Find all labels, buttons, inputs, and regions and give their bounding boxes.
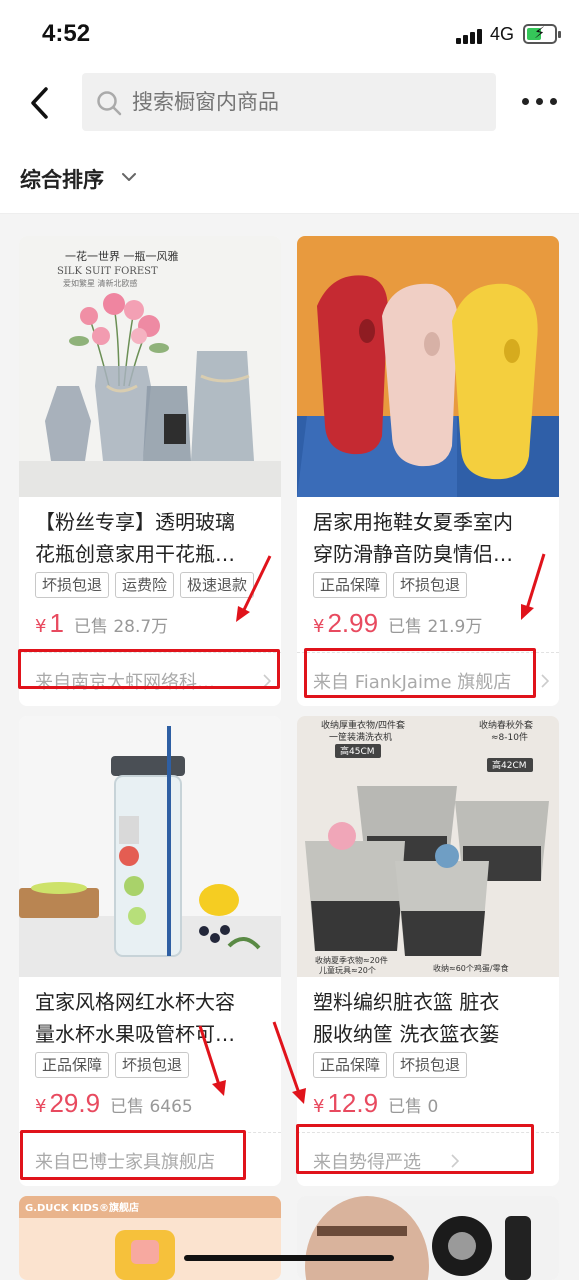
sort-dropdown[interactable]: 综合排序 <box>20 164 104 194</box>
sold-count: 已售 0 <box>388 1097 439 1117</box>
kids-shop-badge: G.DUCK KIDS®旗舰店 <box>25 1201 139 1214</box>
search-input[interactable] <box>132 73 482 131</box>
basket-caption-d: ≈8-10件 <box>491 731 528 743</box>
product-title-line: 宜家风格网红水杯大容 <box>35 990 235 1014</box>
price-row: ¥ 29.9 已售 6465 <box>35 1088 193 1122</box>
price-row: ¥ 12.9 已售 0 <box>313 1088 438 1122</box>
shop-highlight-box <box>20 1130 246 1180</box>
annotation-arrow-icon <box>198 1025 226 1096</box>
vase-image-caption: 一花一世界 一瓶一风雅 <box>65 249 179 263</box>
tag-list: 正品保障 坏损包退 <box>313 1052 468 1078</box>
battery-icon: ⚡ <box>523 23 561 44</box>
basket-size-a: 高45CM <box>340 745 375 757</box>
shop-highlight-box <box>304 648 536 698</box>
basket-caption-c: 收纳春秋外套 <box>479 719 533 731</box>
price: 1 <box>49 608 64 638</box>
price-row: ¥ 2.99 已售 21.9万 <box>313 608 482 642</box>
currency-symbol: ¥ <box>313 616 325 637</box>
product-title-line: 塑料编织脏衣篮 脏衣 <box>313 990 500 1014</box>
basket-bottom-a: 收纳夏季衣物≈20件 <box>315 955 388 965</box>
chevron-right-icon <box>541 674 549 688</box>
product-title-line: 穿防滑静音防臭情侣… <box>313 542 513 566</box>
product-title[interactable]: 宜家风格网红水杯大容 量水杯水果吸管杯可… <box>35 986 271 1050</box>
currency-symbol: ¥ <box>35 1096 47 1117</box>
product-card[interactable]: G.DUCK KIDS®旗舰店 <box>19 1196 281 1280</box>
tag: 坏损包退 <box>393 1052 468 1078</box>
sort-bar: 综合排序 <box>0 146 579 214</box>
tag-list: 坏损包退 运费险 极速退款 <box>35 572 255 598</box>
tag-list: 正品保障 坏损包退 <box>35 1052 190 1078</box>
sold-count: 已售 6465 <box>110 1097 193 1117</box>
product-title[interactable]: 居家用拖鞋女夏季室内 穿防滑静音防臭情侣… <box>313 506 549 570</box>
tag: 坏损包退 <box>35 572 110 598</box>
product-title-line: 量水杯水果吸管杯可… <box>35 1022 235 1046</box>
home-indicator[interactable] <box>184 1255 394 1261</box>
price: 29.9 <box>49 1088 101 1118</box>
search-box[interactable] <box>82 73 496 131</box>
currency-symbol: ¥ <box>313 1096 325 1117</box>
basket-size-b: 高42CM <box>492 759 527 771</box>
network-type: 4G <box>490 24 515 44</box>
product-title-line: 【粉丝专享】透明玻璃 <box>35 510 235 534</box>
product-image-slippers[interactable] <box>297 236 559 497</box>
tag-list: 正品保障 坏损包退 <box>313 572 468 598</box>
product-card[interactable]: 收纳厚重衣物/四件套 一筐装满洗衣机 收纳春秋外套 ≈8-10件 高45CM 高… <box>297 716 559 1186</box>
product-image-water-bottle[interactable] <box>19 716 281 977</box>
basket-bottom-c: 收纳≈60个鸡蛋/零食 <box>433 963 509 973</box>
tag: 正品保障 <box>313 572 388 598</box>
basket-bottom-b: 儿童玩具≈20个 <box>319 965 376 975</box>
annotation-arrow-icon <box>272 1021 306 1104</box>
product-title[interactable]: 塑料编织脏衣篮 脏衣 服收纳筐 洗衣篮衣篓 <box>313 986 549 1050</box>
product-card[interactable]: 一花一世界 一瓶一风雅 SILK SUIT FOREST 爱如繁星 清新北欧感 <box>19 236 281 706</box>
signal-icon <box>456 28 484 44</box>
product-image-nose-trimmer[interactable] <box>297 1196 559 1280</box>
top-nav <box>0 70 579 146</box>
product-card[interactable]: 宜家风格网红水杯大容 量水杯水果吸管杯可… 正品保障 坏损包退 ¥ 29.9 已… <box>19 716 281 1186</box>
tag: 坏损包退 <box>115 1052 190 1078</box>
basket-caption-b: 一筐装满洗衣机 <box>329 731 392 743</box>
status-time: 4:52 <box>42 20 91 47</box>
product-card[interactable] <box>297 1196 559 1280</box>
vase-image-sub: 爱如繁星 清新北欧感 <box>63 278 138 288</box>
tag: 正品保障 <box>35 1052 110 1078</box>
tag: 正品保障 <box>313 1052 388 1078</box>
product-image-kids-bottle[interactable]: G.DUCK KIDS®旗舰店 <box>19 1196 281 1280</box>
sold-count: 已售 28.7万 <box>73 617 169 637</box>
annotation-arrow-icon <box>236 555 272 622</box>
currency-symbol: ¥ <box>35 616 47 637</box>
product-card[interactable]: 居家用拖鞋女夏季室内 穿防滑静音防臭情侣… 正品保障 坏损包退 ¥ 2.99 已… <box>297 236 559 706</box>
product-grid: 一花一世界 一瓶一风雅 SILK SUIT FOREST 爱如繁星 清新北欧感 <box>0 214 579 1280</box>
more-menu-icon[interactable] <box>522 98 558 108</box>
product-image-laundry-basket[interactable]: 收纳厚重衣物/四件套 一筐装满洗衣机 收纳春秋外套 ≈8-10件 高45CM 高… <box>297 716 559 977</box>
status-bar: 4:52 4G ⚡ <box>0 0 579 70</box>
shop-highlight-box <box>18 649 280 689</box>
search-icon <box>97 91 122 116</box>
product-title-line: 服收纳筐 洗衣篮衣篓 <box>313 1022 500 1046</box>
price-row: ¥ 1 已售 28.7万 <box>35 608 168 642</box>
shop-highlight-box <box>296 1124 534 1174</box>
price: 12.9 <box>327 1088 379 1118</box>
sold-count: 已售 21.9万 <box>388 617 483 637</box>
basket-caption-a: 收纳厚重衣物/四件套 <box>321 719 405 731</box>
chevron-down-icon[interactable] <box>122 172 136 182</box>
product-image-vase[interactable]: 一花一世界 一瓶一风雅 SILK SUIT FOREST 爱如繁星 清新北欧感 <box>19 236 281 497</box>
product-title-line: 居家用拖鞋女夏季室内 <box>313 510 513 534</box>
annotation-arrow-icon <box>521 553 546 620</box>
tag: 坏损包退 <box>393 572 468 598</box>
back-arrow-icon[interactable] <box>28 86 52 120</box>
vase-image-brand: SILK SUIT FOREST <box>57 266 158 277</box>
tag: 运费险 <box>115 572 175 598</box>
price: 2.99 <box>327 608 379 638</box>
